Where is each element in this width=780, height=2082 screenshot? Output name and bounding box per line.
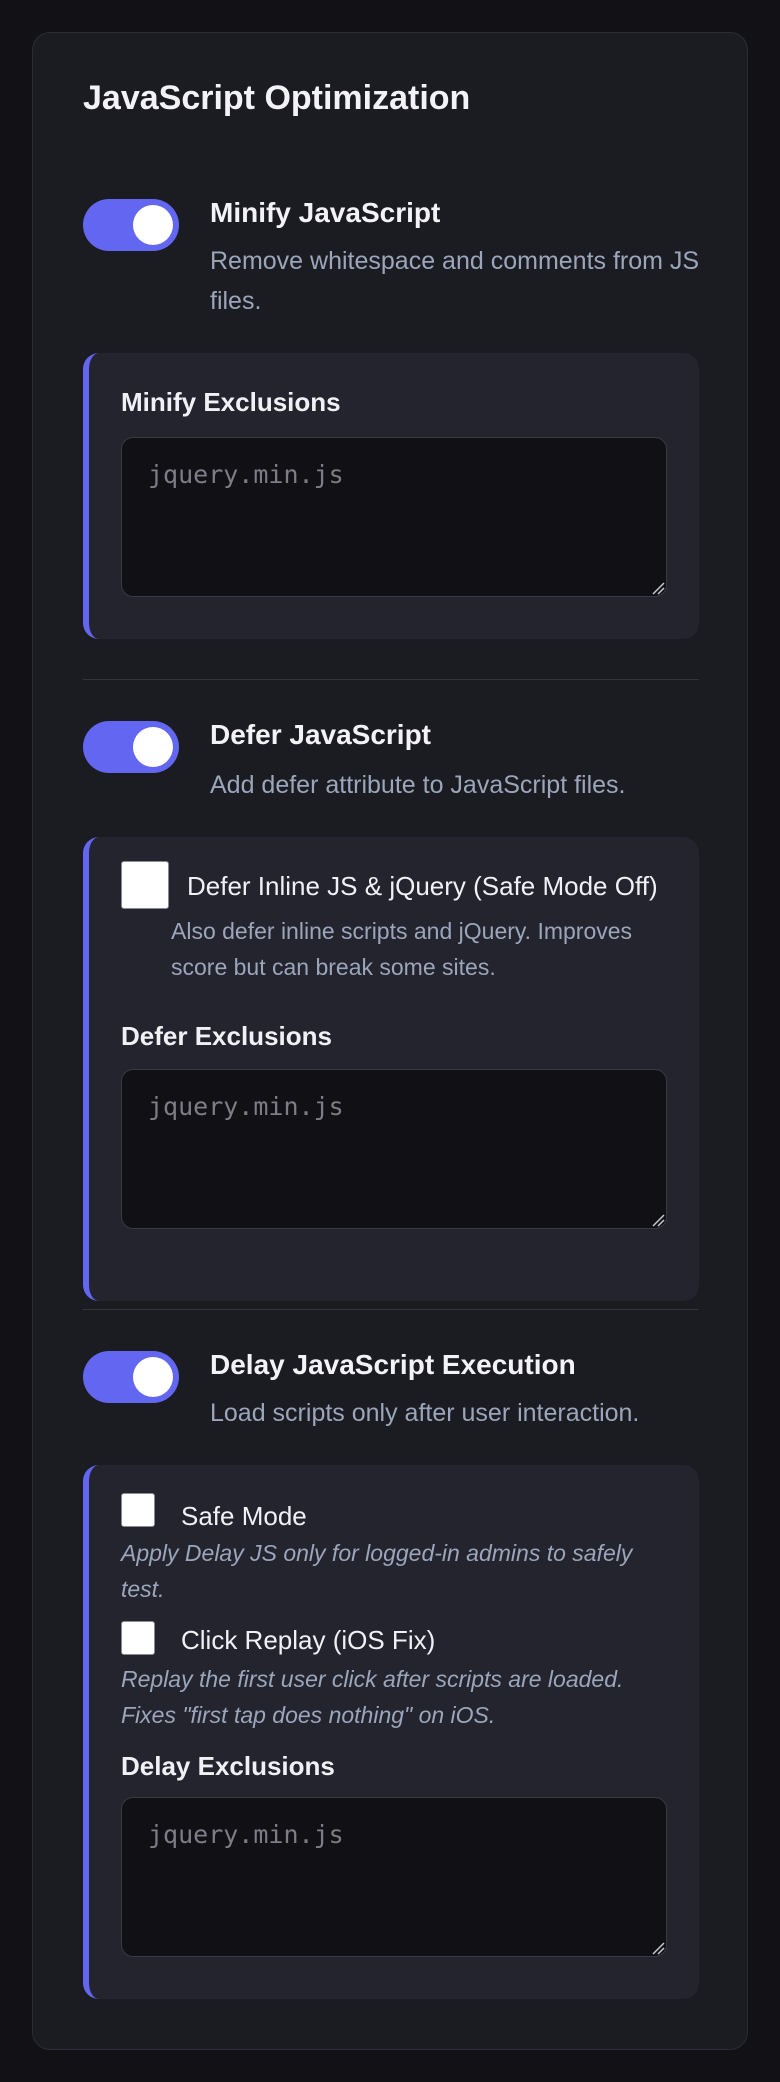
delay-js-description: Load scripts only after user interaction… — [210, 1399, 640, 1427]
minify-js-toggle[interactable] — [83, 199, 179, 251]
toggle-knob — [133, 1357, 173, 1397]
minify-exclusions-textarea[interactable] — [121, 437, 667, 597]
defer-exclusions-label: Defer Exclusions — [121, 1021, 332, 1051]
defer-options-panel: Defer Inline JS & jQuery (Safe Mode Off)… — [83, 837, 699, 1301]
minify-exclusions-label: Minify Exclusions — [121, 387, 341, 417]
delay-options-panel: Safe Mode Apply Delay JS only for logged… — [83, 1465, 699, 1999]
defer-js-toggle[interactable] — [83, 721, 179, 773]
defer-inline-description: Also defer inline scripts and jQuery. Im… — [171, 918, 633, 980]
defer-js-title: Defer JavaScript — [210, 719, 432, 750]
delay-exclusions-label: Delay Exclusions — [121, 1751, 335, 1781]
js-optimization-card: JavaScript Optimization Minify JavaScrip… — [32, 32, 748, 2050]
toggle-knob — [133, 727, 173, 767]
safe-mode-checkbox[interactable] — [121, 1493, 155, 1527]
defer-js-description: Add defer attribute to JavaScript files. — [210, 771, 626, 799]
defer-exclusions-textarea[interactable] — [121, 1069, 667, 1229]
click-replay-label: Click Replay (iOS Fix) — [181, 1625, 436, 1655]
click-replay-checkbox[interactable] — [121, 1621, 155, 1655]
minify-js-title: Minify JavaScript — [210, 197, 441, 228]
section-divider — [83, 1309, 699, 1310]
section-divider — [83, 679, 699, 680]
toggle-knob — [133, 205, 173, 245]
defer-inline-label: Defer Inline JS & jQuery (Safe Mode Off) — [187, 871, 658, 901]
click-replay-description: Replay the first user click after script… — [121, 1666, 624, 1728]
defer-inline-checkbox[interactable] — [121, 861, 169, 909]
minify-js-description: Remove whitespace and comments from JS f… — [210, 247, 700, 315]
delay-js-title: Delay JavaScript Execution — [210, 1349, 576, 1380]
safe-mode-description: Apply Delay JS only for logged-in admins… — [121, 1540, 633, 1602]
safe-mode-label: Safe Mode — [181, 1501, 307, 1531]
minify-exclusions-panel: Minify Exclusions — [83, 353, 699, 639]
delay-js-toggle[interactable] — [83, 1351, 179, 1403]
delay-exclusions-textarea[interactable] — [121, 1797, 667, 1957]
card-title: JavaScript Optimization — [83, 79, 471, 117]
